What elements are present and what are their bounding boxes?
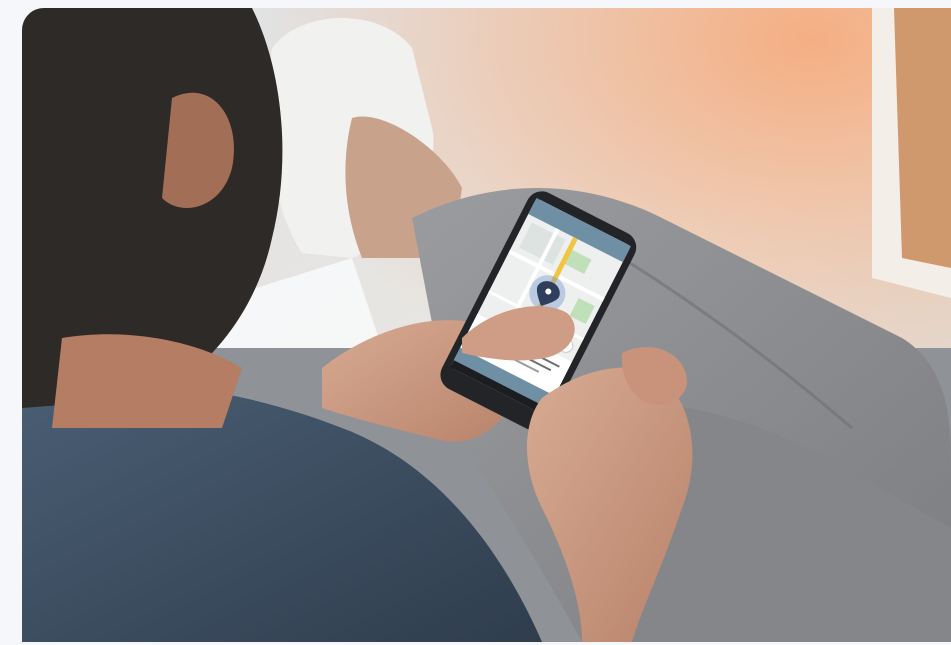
photo-card (22, 8, 951, 642)
photo-illustration (22, 8, 951, 642)
door-wood (894, 8, 951, 268)
